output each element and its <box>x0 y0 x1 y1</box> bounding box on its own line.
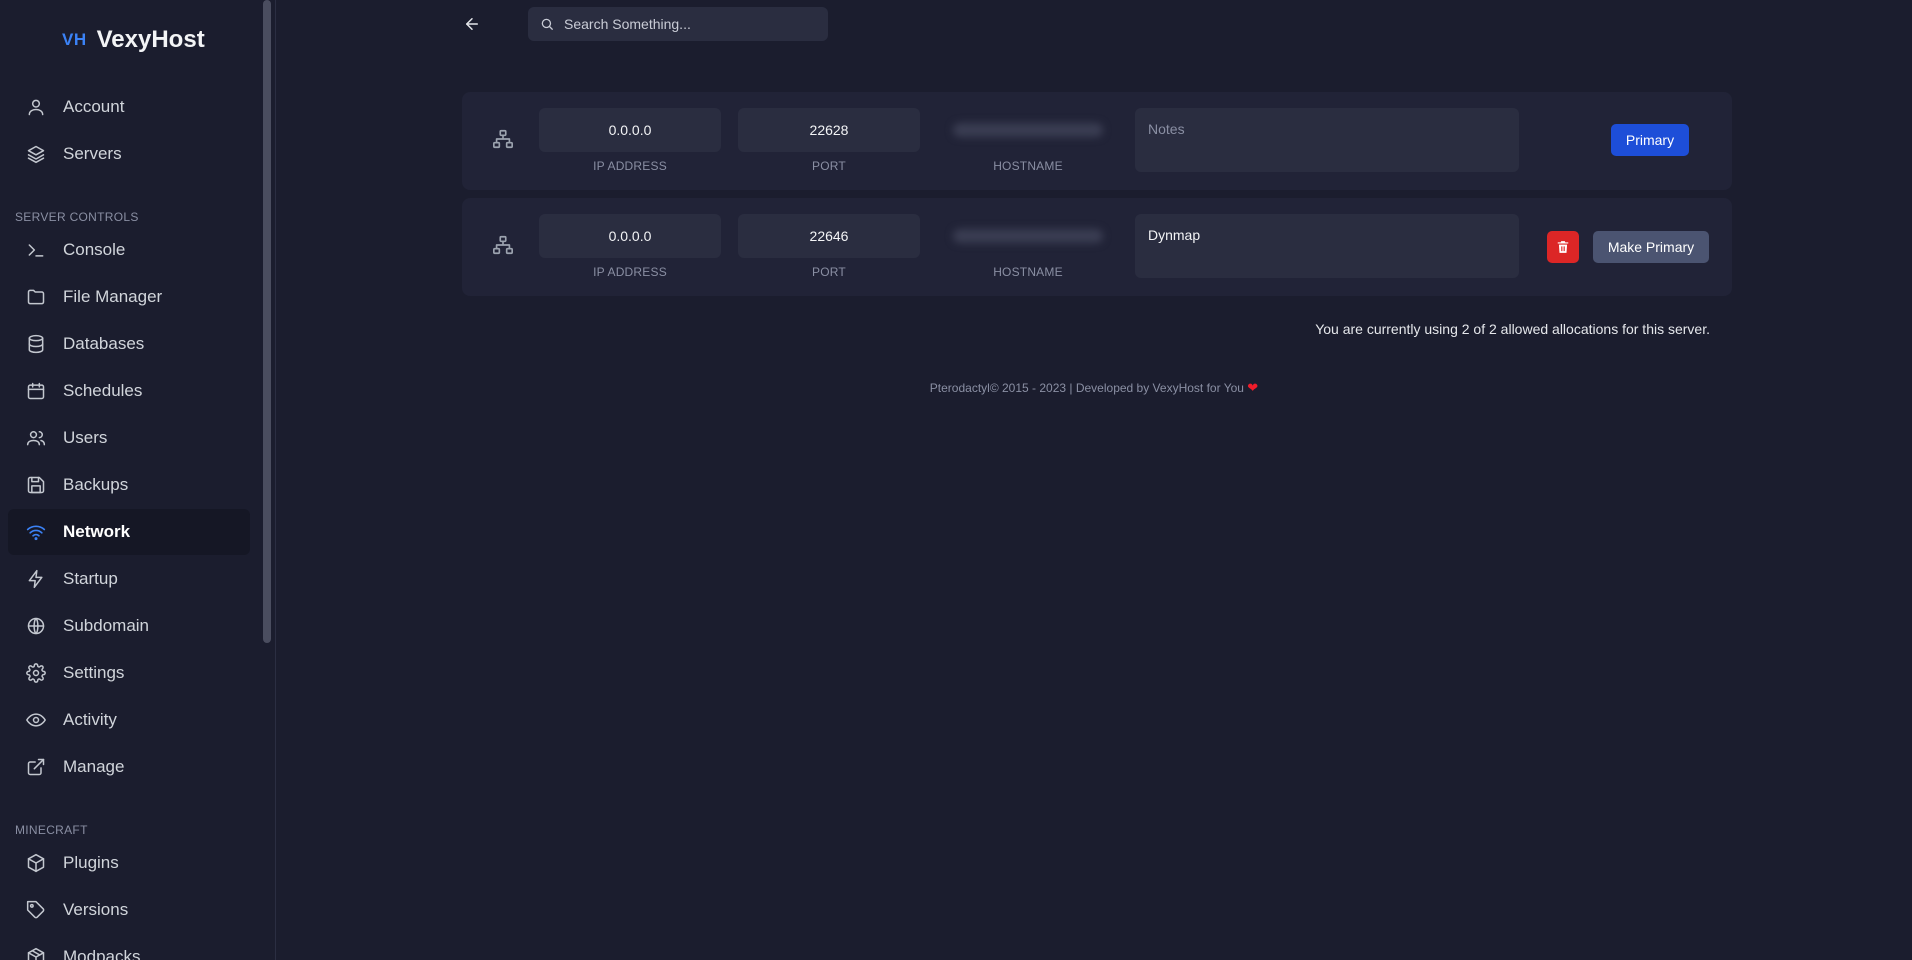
allocation-usage-text: You are currently using 2 of 2 allowed a… <box>1315 321 1710 337</box>
sidebar-item-label: Schedules <box>63 381 143 400</box>
globe-icon <box>25 615 47 637</box>
sidebar-item-databases[interactable]: Databases <box>8 321 250 367</box>
brand-name: VexyHost <box>96 26 205 53</box>
notes-input[interactable] <box>1135 108 1519 172</box>
port-value: 22646 <box>738 214 920 258</box>
terminal-icon <box>25 239 47 261</box>
heart-icon: ❤ <box>1247 380 1259 395</box>
hostname-field: HOSTNAME <box>937 108 1119 173</box>
sidebar-item-modpacks[interactable]: Modpacks <box>8 934 250 960</box>
sidebar-item-label: Backups <box>63 475 129 494</box>
sidebar-item-plugins[interactable]: Plugins <box>8 840 250 886</box>
sidebar-item-console[interactable]: Console <box>8 227 250 273</box>
sidebar-item-label: Account <box>63 97 125 116</box>
search-input[interactable] <box>564 16 804 32</box>
back-arrow-icon[interactable] <box>460 12 484 36</box>
primary-button[interactable]: Primary <box>1611 124 1689 156</box>
ip-address-field: 0.0.0.0 IP ADDRESS <box>539 214 721 279</box>
app-root: VH VexyHost Account Servers SERVER CONTR… <box>0 0 1912 960</box>
sidebar-item-manage[interactable]: Manage <box>8 744 250 790</box>
footer-text: Pterodactyl© 2015 - 2023 | Developed by … <box>929 381 1244 395</box>
wifi-icon <box>25 521 47 543</box>
sidebar-item-users[interactable]: Users <box>8 415 250 461</box>
eye-icon <box>25 709 47 731</box>
sidebar-item-backups[interactable]: Backups <box>8 462 250 508</box>
ip-address-value: 0.0.0.0 <box>539 108 721 152</box>
sidebar-item-label: Plugins <box>63 853 119 872</box>
hostname-label: HOSTNAME <box>993 265 1063 279</box>
tag-icon <box>25 899 47 921</box>
network-icon <box>492 234 514 256</box>
port-label: PORT <box>812 265 846 279</box>
allocation-row: 0.0.0.0 IP ADDRESS 22646 PORT HOSTNAME D… <box>462 198 1732 296</box>
sidebar-item-label: Manage <box>63 757 125 776</box>
sidebar-item-label: Databases <box>63 334 145 353</box>
search-icon <box>540 17 554 31</box>
sidebar-item-subdomain[interactable]: Subdomain <box>8 603 250 649</box>
ip-address-label: IP ADDRESS <box>593 159 667 173</box>
port-field: 22646 PORT <box>738 214 920 279</box>
external-link-icon <box>25 756 47 778</box>
sidebar-item-label: Settings <box>63 663 125 682</box>
database-icon <box>25 333 47 355</box>
sidebar-item-startup[interactable]: Startup <box>8 556 250 602</box>
main-content: 0.0.0.0 IP ADDRESS 22628 PORT HOSTNAME P… <box>276 0 1912 960</box>
search-bar <box>528 7 828 41</box>
sidebar-scrollbar[interactable] <box>263 0 271 643</box>
gear-icon <box>25 662 47 684</box>
brand-mark: VH <box>62 30 87 49</box>
sidebar-item-label: Subdomain <box>63 616 150 635</box>
delete-allocation-button[interactable] <box>1547 231 1579 263</box>
section-label-server-controls: SERVER CONTROLS <box>15 210 139 224</box>
sidebar-item-label: Versions <box>63 900 129 919</box>
sidebar-item-label: Modpacks <box>63 947 141 960</box>
sidebar-item-account[interactable]: Account <box>8 84 250 130</box>
sidebar-item-label: Console <box>63 240 126 259</box>
sidebar-item-settings[interactable]: Settings <box>8 650 250 696</box>
ip-address-label: IP ADDRESS <box>593 265 667 279</box>
sidebar-item-versions[interactable]: Versions <box>8 887 250 933</box>
package-icon <box>25 946 47 960</box>
hostname-value-blurred <box>937 214 1119 258</box>
zap-icon <box>25 568 47 590</box>
sidebar-item-schedules[interactable]: Schedules <box>8 368 250 414</box>
hostname-value-blurred <box>937 108 1119 152</box>
sidebar-item-servers[interactable]: Servers <box>8 131 250 177</box>
allocation-row: 0.0.0.0 IP ADDRESS 22628 PORT HOSTNAME P… <box>462 92 1732 190</box>
sidebar-item-label: Network <box>63 522 131 541</box>
sidebar-item-label: Activity <box>63 710 117 729</box>
save-icon <box>25 474 47 496</box>
make-primary-button[interactable]: Make Primary <box>1593 231 1709 263</box>
notes-input[interactable]: Dynmap <box>1135 214 1519 278</box>
sidebar-item-network[interactable]: Network <box>8 509 250 555</box>
sidebar: VH VexyHost Account Servers SERVER CONTR… <box>0 0 276 960</box>
footer: Pterodactyl© 2015 - 2023 | Developed by … <box>276 380 1912 396</box>
trash-icon <box>1556 240 1570 254</box>
calendar-icon <box>25 380 47 402</box>
port-label: PORT <box>812 159 846 173</box>
sidebar-item-label: File Manager <box>63 287 163 306</box>
hostname-field: HOSTNAME <box>937 214 1119 279</box>
sidebar-item-activity[interactable]: Activity <box>8 697 250 743</box>
hostname-label: HOSTNAME <box>993 159 1063 173</box>
port-field: 22628 PORT <box>738 108 920 173</box>
sidebar-item-label: Startup <box>63 569 118 588</box>
network-icon <box>492 128 514 150</box>
ip-address-field: 0.0.0.0 IP ADDRESS <box>539 108 721 173</box>
box-icon <box>25 852 47 874</box>
user-icon <box>25 96 47 118</box>
section-label-minecraft: MINECRAFT <box>15 823 88 837</box>
layers-icon <box>25 143 47 165</box>
sidebar-item-file-manager[interactable]: File Manager <box>8 274 250 320</box>
port-value: 22628 <box>738 108 920 152</box>
sidebar-item-label: Servers <box>63 144 122 163</box>
ip-address-value: 0.0.0.0 <box>539 214 721 258</box>
brand-logo[interactable]: VH VexyHost <box>62 26 205 54</box>
sidebar-item-label: Users <box>63 428 108 447</box>
folder-icon <box>25 286 47 308</box>
users-icon <box>25 427 47 449</box>
